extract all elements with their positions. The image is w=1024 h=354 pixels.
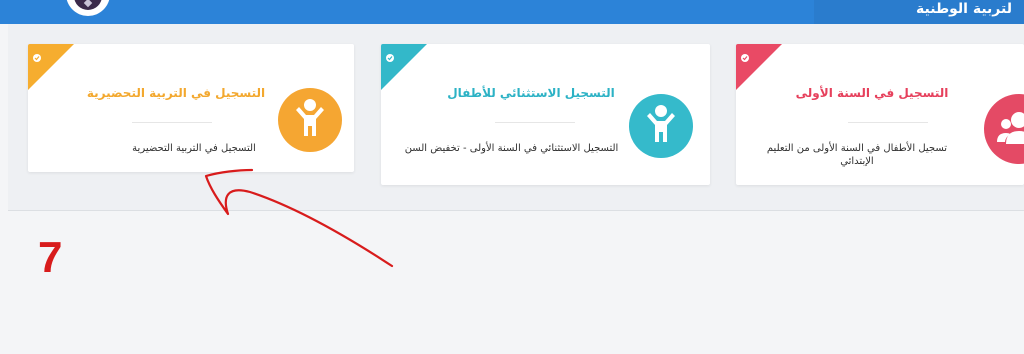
- red-arrow-annotation: [204, 168, 394, 268]
